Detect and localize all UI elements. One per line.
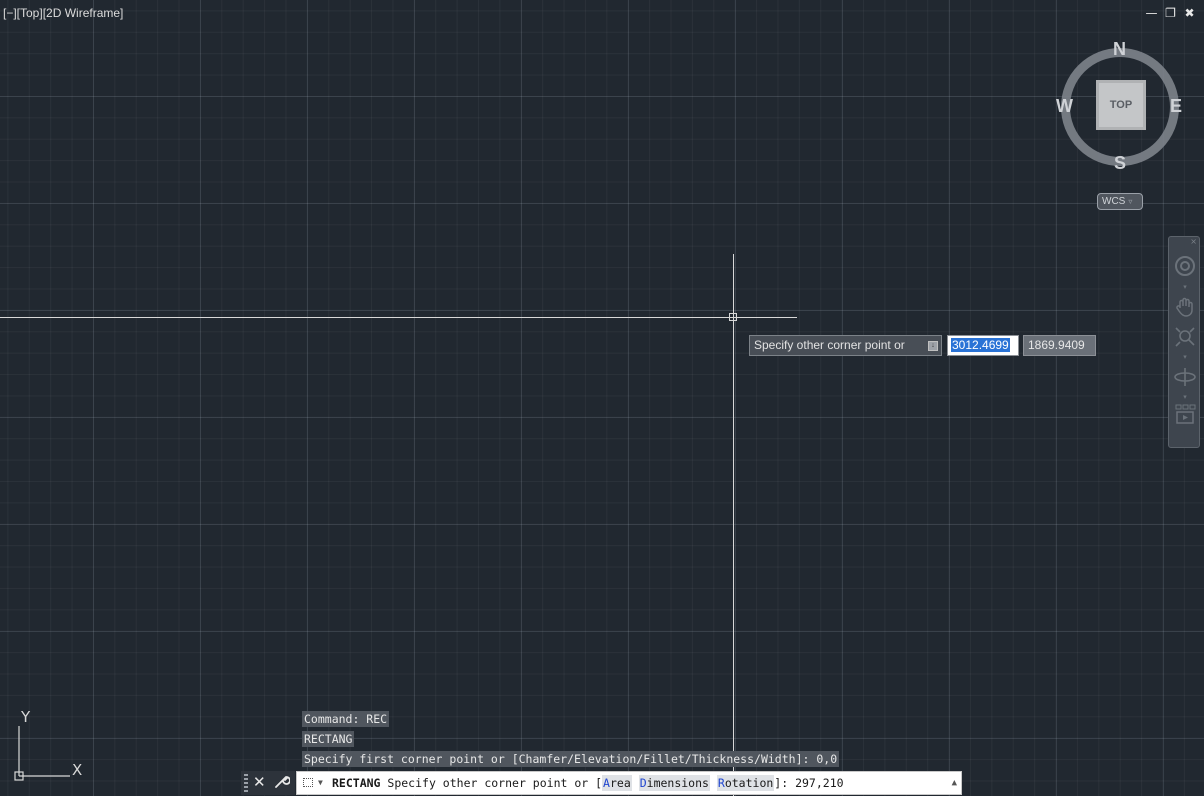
command-line-text: RECTANG Specify other corner point or [A… [332, 772, 844, 794]
option-rotation[interactable]: Rotation [716, 775, 775, 791]
viewport-window-controls: — ❐ ✖ [1145, 6, 1196, 20]
option-area-hotkey: A [603, 776, 610, 790]
orbit-caret-icon[interactable]: ▾ [1181, 394, 1189, 401]
command-history-line: Command: REC [302, 711, 390, 727]
option-rotation-hotkey: R [717, 776, 725, 790]
drag-handle-icon[interactable] [244, 774, 248, 792]
option-area[interactable]: Area [602, 775, 632, 791]
recent-commands-dropdown-icon[interactable]: ▼ [318, 772, 323, 794]
orbit-icon[interactable] [1173, 365, 1197, 389]
ucs-y-label: Y [20, 708, 31, 726]
option-dimensions-hotkey: D [639, 776, 647, 790]
compass-east[interactable]: E [1170, 96, 1182, 117]
crosshair-horizontal [0, 317, 797, 318]
options-dropdown-icon[interactable]: ↓ [928, 341, 938, 351]
navbar-close-icon[interactable]: × [1190, 237, 1197, 246]
prompt-suffix: ]: [774, 776, 796, 790]
command-line-toolbar: ✕ [241, 771, 295, 795]
zoom-extents-icon[interactable] [1173, 325, 1197, 349]
ucs-x-label: X [72, 761, 82, 779]
option-dimensions[interactable]: Dimensions [638, 775, 710, 791]
command-line-input[interactable]: ▼ RECTANG Specify other corner point or … [296, 771, 962, 795]
drawing-grid[interactable] [0, 0, 1204, 796]
full-navigation-wheel-icon[interactable] [1173, 254, 1197, 278]
restore-icon[interactable]: ❐ [1164, 6, 1177, 20]
dynamic-input-prompt-text: Specify other corner point or [754, 338, 905, 352]
wrench-icon[interactable] [274, 773, 291, 793]
compass-south[interactable]: S [1114, 153, 1126, 174]
viewcube-top-face[interactable]: TOP [1096, 80, 1146, 130]
dynamic-input-prompt: Specify other corner point or ↓ [749, 335, 942, 356]
close-viewport-icon[interactable]: ✖ [1183, 6, 1196, 20]
navigation-bar: × ▾ ▾ ▾ [1168, 236, 1200, 448]
x-value-selected[interactable]: 3012.4699 [951, 338, 1010, 352]
wcs-caret-icon: ▿ [1128, 197, 1133, 206]
pan-icon[interactable] [1173, 295, 1197, 319]
viewcube[interactable]: TOP N S W E [1056, 39, 1182, 173]
ucs-icon[interactable]: Y X [10, 704, 90, 784]
compass-north[interactable]: N [1113, 39, 1126, 60]
minimize-icon[interactable]: — [1145, 6, 1158, 20]
wcs-menu-button[interactable]: WCS ▿ [1097, 193, 1143, 210]
compass-west[interactable]: W [1056, 96, 1073, 117]
command-prompt: Specify other corner point or [ [387, 776, 603, 790]
wcs-label: WCS [1102, 196, 1126, 207]
option-area-rest: rea [609, 776, 631, 790]
showmotion-icon[interactable] [1173, 402, 1197, 426]
rectangle-command-icon[interactable] [303, 778, 313, 787]
current-input-value[interactable]: 297,210 [795, 776, 843, 790]
option-dimensions-rest: imensions [646, 776, 709, 790]
command-history-expand-icon[interactable]: ▲ [952, 772, 957, 794]
option-rotation-rest: otation [724, 776, 774, 790]
active-command-name: RECTANG [332, 776, 381, 790]
navwheel-caret-icon[interactable]: ▾ [1181, 284, 1189, 291]
cursor-pickbox [729, 313, 737, 321]
dynamic-input-y-field[interactable]: 1869.9409 [1023, 335, 1096, 356]
zoom-caret-icon[interactable]: ▾ [1181, 354, 1189, 361]
command-history-line: RECTANG [302, 731, 355, 747]
close-icon[interactable]: ✕ [253, 773, 266, 791]
viewport-controls-label[interactable]: [−][Top][2D Wireframe] [3, 6, 123, 20]
crosshair-vertical [733, 254, 734, 796]
command-history-line: Specify first corner point or [Chamfer/E… [302, 751, 840, 767]
dynamic-input-x-field[interactable]: 3012.4699 [947, 335, 1019, 356]
